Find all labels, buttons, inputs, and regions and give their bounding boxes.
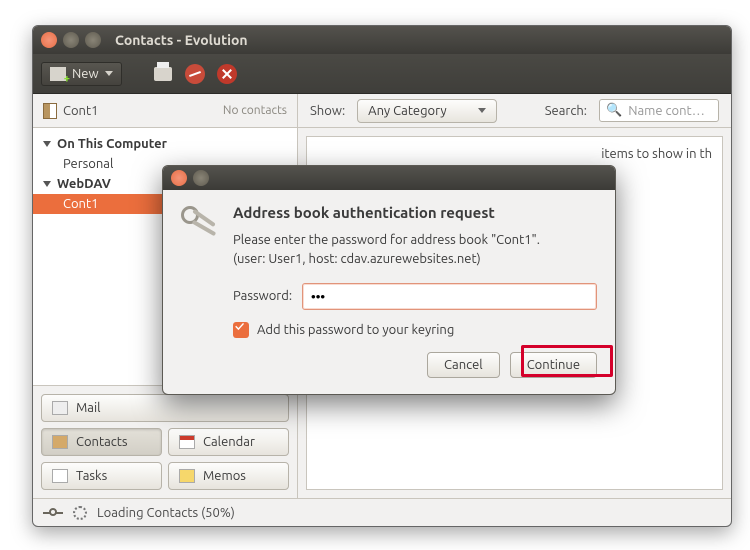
auth-dialog: Address book authentication request Plea… — [162, 165, 616, 395]
checkbox-checked-icon[interactable] — [233, 322, 249, 338]
window-titlebar: Contacts - Evolution — [33, 26, 731, 54]
minimize-icon[interactable] — [193, 170, 209, 186]
memos-icon — [179, 469, 195, 483]
tree-group-label: WebDAV — [57, 177, 111, 191]
nav-label: Mail — [76, 401, 101, 415]
delete-button[interactable] — [216, 63, 238, 85]
nav-calendar[interactable]: Calendar — [168, 428, 289, 456]
dialog-title: Address book authentication request — [233, 204, 597, 221]
password-label: Password: — [233, 289, 292, 303]
dialog-message: Please enter the password for address bo… — [233, 231, 597, 269]
calendar-icon — [179, 435, 195, 449]
search-icon: 🔍 — [606, 103, 622, 118]
main-toolbar: New — [33, 54, 731, 94]
expand-icon — [43, 141, 51, 147]
nav-contacts[interactable]: Contacts — [41, 428, 162, 456]
maximize-icon[interactable] — [85, 32, 101, 48]
keyring-checkbox-row[interactable]: Add this password to your keyring — [233, 322, 597, 338]
addressbook-icon — [43, 103, 57, 119]
sidebar-contact-count: No contacts — [223, 104, 287, 117]
category-combo[interactable]: Any Category — [357, 99, 497, 123]
search-placeholder: Name cont… — [628, 104, 705, 118]
nav-label: Tasks — [76, 469, 107, 483]
status-bar: Loading Contacts (50%) — [33, 498, 731, 526]
close-circle-icon — [217, 64, 237, 84]
keyring-label: Add this password to your keyring — [257, 323, 454, 337]
category-value: Any Category — [368, 104, 447, 118]
mail-icon — [52, 401, 68, 415]
search-input[interactable]: 🔍 Name cont… — [599, 99, 719, 122]
cancel-button[interactable]: Cancel — [427, 352, 500, 378]
password-input[interactable] — [302, 283, 597, 310]
show-label: Show: — [310, 104, 345, 118]
no-entry-icon — [185, 64, 205, 84]
tree-group-label: On This Computer — [57, 137, 167, 151]
nav-label: Calendar — [203, 435, 255, 449]
nav-mail[interactable]: Mail — [41, 394, 289, 422]
tree-item-label: Cont1 — [63, 197, 98, 211]
search-label: Search: — [545, 104, 587, 118]
keys-icon — [179, 204, 219, 244]
sidebar-current-book: Cont1 — [63, 104, 98, 118]
status-text: Loading Contacts (50%) — [97, 506, 235, 520]
expand-icon — [43, 181, 51, 187]
new-icon — [50, 67, 66, 81]
tasks-icon — [52, 469, 68, 483]
continue-button[interactable]: Continue — [510, 352, 597, 378]
close-icon[interactable] — [171, 170, 187, 186]
contacts-icon — [52, 435, 68, 449]
nav-tasks[interactable]: Tasks — [41, 462, 162, 490]
chevron-down-icon — [478, 108, 486, 113]
tree-item-label: Personal — [63, 157, 113, 171]
chevron-down-icon — [105, 71, 113, 76]
nav-label: Contacts — [76, 435, 128, 449]
online-icon[interactable] — [43, 508, 63, 518]
stop-button[interactable] — [184, 63, 206, 85]
sidebar-nav: Mail Contacts Calendar Tasks Memos — [33, 385, 297, 498]
filter-bar: Show: Any Category Search: 🔍 Name cont… — [298, 94, 731, 128]
sidebar-header: Cont1 No contacts — [33, 94, 297, 128]
print-icon — [154, 67, 172, 81]
new-button-label: New — [72, 67, 99, 81]
print-button[interactable] — [152, 63, 174, 85]
minimize-icon[interactable] — [63, 32, 79, 48]
nav-label: Memos — [203, 469, 246, 483]
window-title: Contacts - Evolution — [115, 32, 248, 48]
loading-spinner-icon — [73, 506, 87, 520]
dialog-titlebar — [163, 166, 615, 190]
new-button[interactable]: New — [41, 62, 122, 86]
close-icon[interactable] — [41, 32, 57, 48]
tree-group-computer[interactable]: On This Computer — [33, 134, 297, 154]
nav-memos[interactable]: Memos — [168, 462, 289, 490]
